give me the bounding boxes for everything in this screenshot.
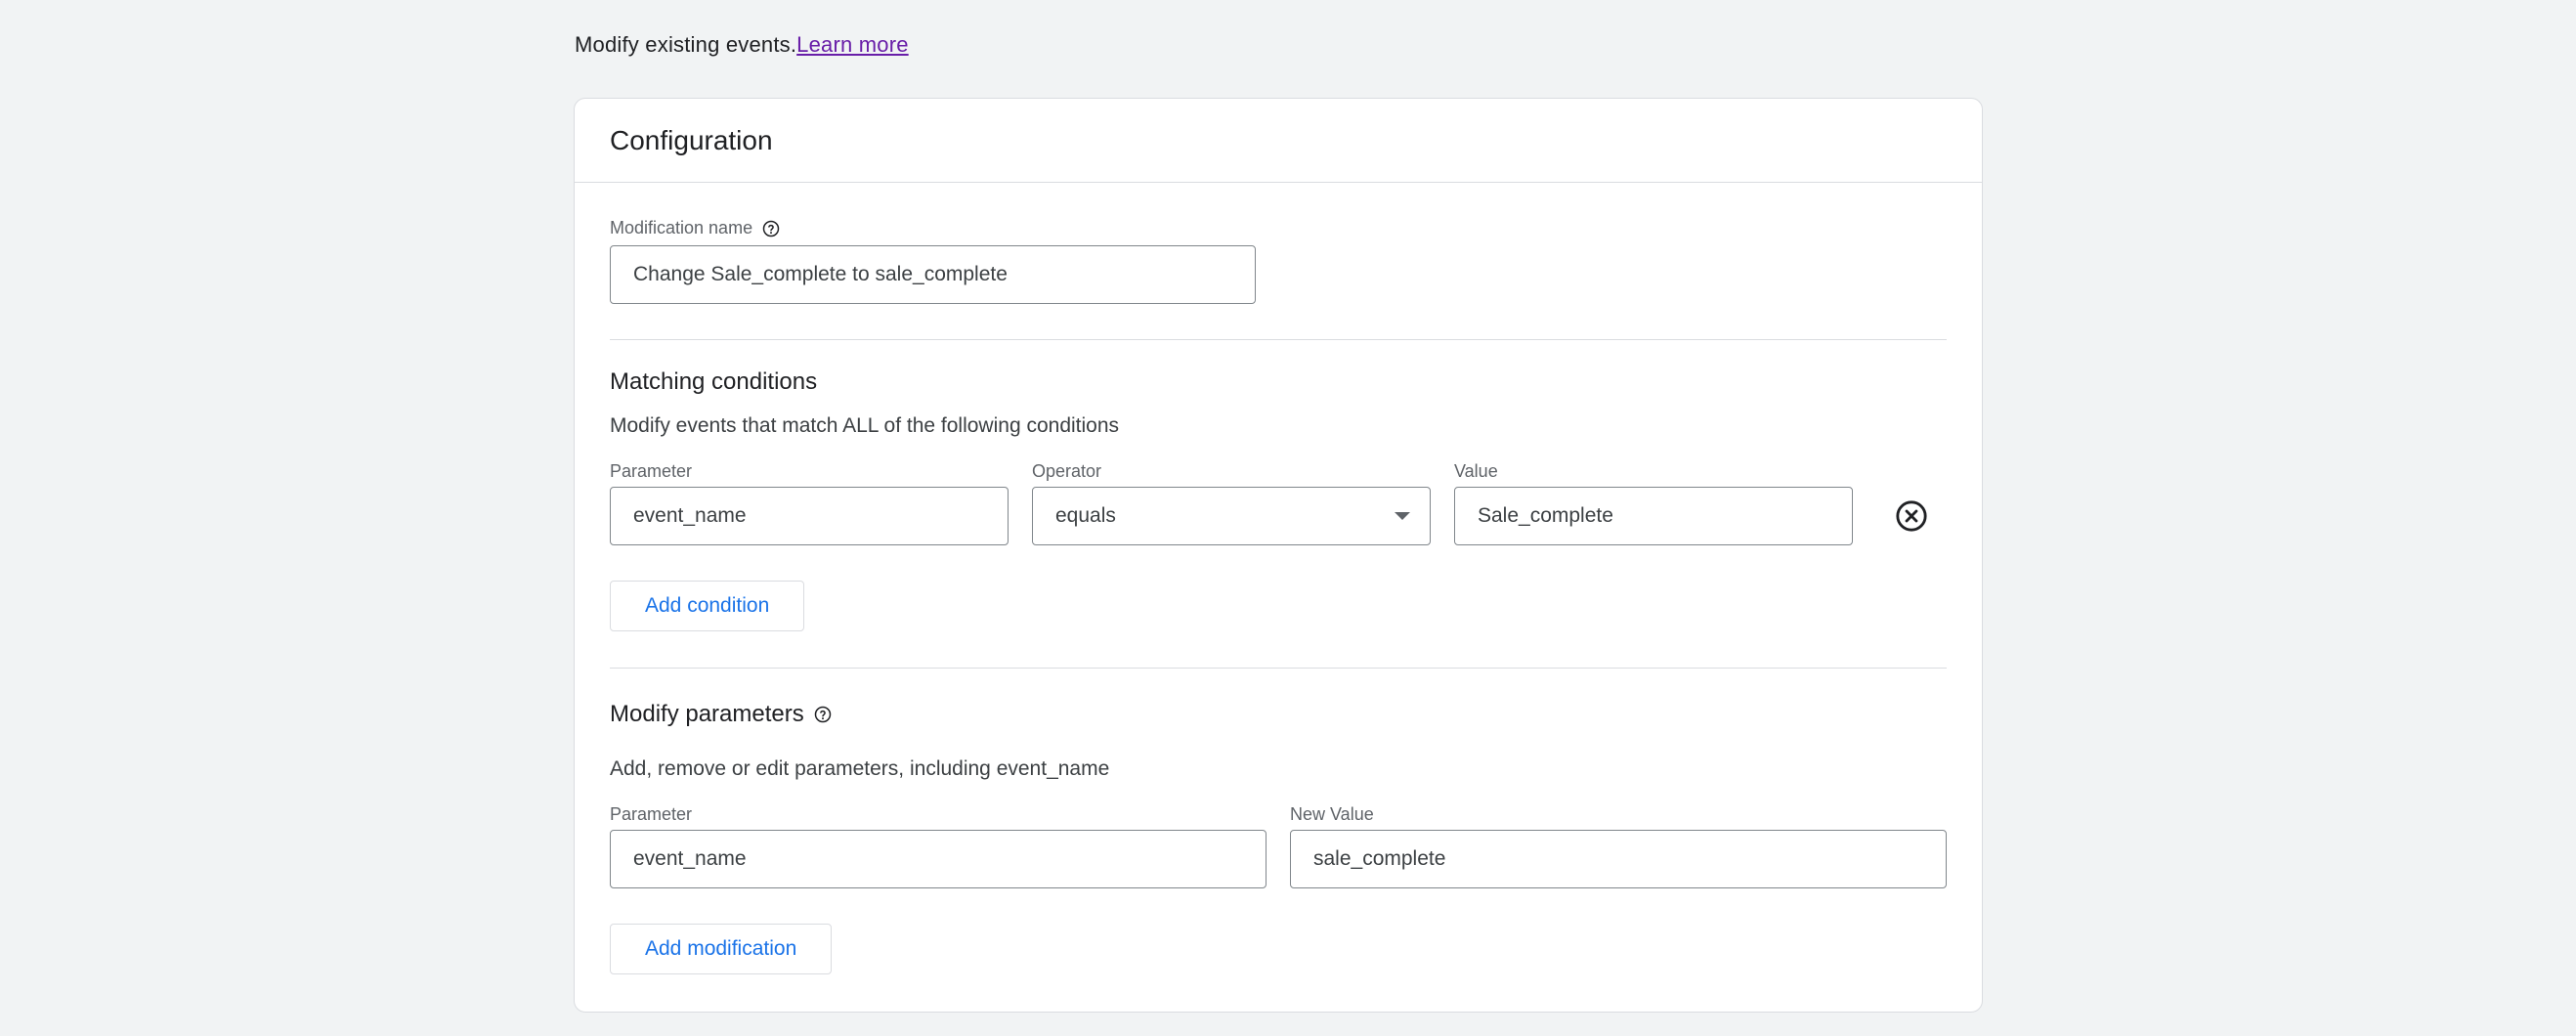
condition-value-value: Sale_complete (1478, 504, 1613, 527)
add-modification-button[interactable]: Add modification (610, 924, 833, 974)
divider-1 (610, 339, 1947, 340)
card-title: Configuration (610, 124, 773, 155)
help-icon[interactable] (814, 706, 832, 723)
card-header: Configuration (575, 99, 1982, 183)
condition-value-input[interactable]: Sale_complete (1454, 487, 1853, 545)
condition-operator-value: equals (1055, 504, 1116, 527)
modification-name-label: Modification name (610, 218, 780, 238)
new-value-value: sale_complete (1313, 847, 1446, 870)
modify-parameters-description: Add, remove or edit parameters, includin… (610, 757, 1110, 780)
modification-name-value: Change Sale_complete to sale_complete (633, 263, 1008, 285)
learn-more-link[interactable]: Learn more (796, 32, 909, 57)
condition-parameter-input[interactable]: event_name (610, 487, 1009, 545)
help-icon[interactable] (762, 220, 780, 237)
modification-name-input[interactable]: Change Sale_complete to sale_complete (610, 245, 1256, 304)
condition-value-label: Value (1454, 461, 1498, 481)
modify-parameters-title: Modify parameters (610, 701, 832, 728)
condition-operator-select[interactable]: equals (1032, 487, 1431, 545)
divider-2 (610, 668, 1947, 669)
configuration-card: Configuration Modification name Change S… (574, 98, 1983, 1013)
modify-parameter-label: Parameter (610, 804, 693, 824)
modify-parameters-title-text: Modify parameters (610, 701, 804, 727)
new-value-input[interactable]: sale_complete (1290, 830, 1947, 888)
new-value-label: New Value (1290, 804, 1374, 824)
modify-parameter-value: event_name (633, 847, 747, 870)
modification-name-label-text: Modification name (610, 218, 753, 237)
matching-conditions-description: Modify events that match ALL of the foll… (610, 414, 1120, 437)
condition-parameter-label: Parameter (610, 461, 693, 481)
intro-text: Modify existing events.Learn more (575, 32, 909, 58)
condition-parameter-value: event_name (633, 504, 747, 527)
modify-parameter-input[interactable]: event_name (610, 830, 1267, 888)
caret-down-icon (1395, 512, 1410, 520)
condition-operator-label: Operator (1032, 461, 1102, 481)
intro-description: Modify existing events. (575, 32, 797, 57)
matching-conditions-title-text: Matching conditions (610, 368, 818, 395)
close-circle-icon[interactable] (1895, 499, 1928, 533)
add-condition-button[interactable]: Add condition (610, 581, 805, 631)
matching-conditions-title: Matching conditions (610, 368, 817, 396)
